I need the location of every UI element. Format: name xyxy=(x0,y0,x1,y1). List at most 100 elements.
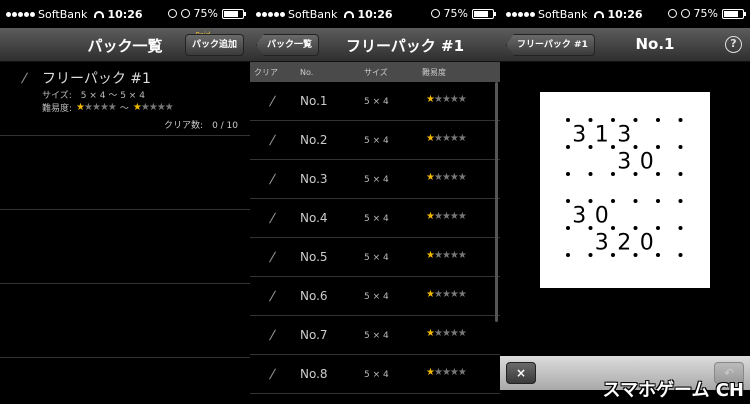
star-empty-icon: ★ xyxy=(99,102,109,113)
puzzle-size: 5 × 4 xyxy=(364,370,389,380)
star-empty-icon: ★ xyxy=(457,94,467,105)
puzzle-difficulty-stars: ★ ★ ★ ★ ★ xyxy=(426,250,467,261)
page-title: フリーパック #1 xyxy=(345,37,465,55)
header-clear: クリア xyxy=(254,67,278,77)
star-empty-icon: ★ xyxy=(441,250,451,261)
navigation-bar: パック一覧 フリーパック #1 xyxy=(250,28,500,62)
star-empty-icon: ★ xyxy=(449,94,459,105)
clear-status-icon xyxy=(269,134,276,146)
difficulty-tilde: 〜 xyxy=(119,104,129,114)
star-empty-icon: ★ xyxy=(148,102,158,113)
puzzle-difficulty-stars: ★ ★ ★ ★ ★ xyxy=(426,289,467,300)
star-empty-icon: ★ xyxy=(457,211,467,222)
rotation-lock-icon xyxy=(667,9,677,18)
puzzle-grid[interactable]: 3 1 33 03 03 2 0 xyxy=(540,92,710,288)
star-filled-icon: ★ xyxy=(426,172,435,183)
star-filled-icon: ★ xyxy=(426,211,435,222)
puzzle-size: 5 × 4 xyxy=(364,175,389,185)
help-icon[interactable]: ? xyxy=(725,36,742,53)
header-difficulty: 難易度 xyxy=(422,67,446,77)
table-header: クリア No. サイズ 難易度 xyxy=(250,62,500,82)
grid-dot xyxy=(566,145,570,149)
navigation-bar: フリーパック #1 No.1 ? xyxy=(500,28,750,62)
difficulty-label: 難易度: xyxy=(42,104,73,114)
star-empty-icon: ★ xyxy=(441,367,451,378)
watermark: スマホゲーム CH xyxy=(602,380,744,401)
difficulty-max-stars: ★ ★ ★ ★ ★ xyxy=(133,102,174,113)
add-pack-button[interactable]: パック追加 xyxy=(184,34,244,56)
header-size: サイズ xyxy=(364,67,388,77)
star-empty-icon: ★ xyxy=(449,172,459,183)
alarm-icon xyxy=(680,9,690,18)
close-button[interactable]: × xyxy=(506,362,536,384)
star-empty-icon: ★ xyxy=(441,211,451,222)
clear-status-icon xyxy=(269,329,276,341)
puzzle-row[interactable]: No.6 5 × 4 ★ ★ ★ ★ ★ xyxy=(250,277,500,316)
puzzle-row[interactable]: No.7 5 × 4 ★ ★ ★ ★ ★ xyxy=(250,316,500,355)
battery-icon xyxy=(222,8,246,19)
grid-dot xyxy=(678,172,683,176)
grid-dot xyxy=(611,145,615,149)
puzzle-row[interactable]: No.8 5 × 4 ★ ★ ★ ★ ★ xyxy=(250,355,500,394)
grid-dot xyxy=(588,253,593,257)
grid-dot xyxy=(611,172,615,176)
star-empty-icon: ★ xyxy=(449,289,459,300)
grid-dot xyxy=(588,118,593,122)
star-empty-icon: ★ xyxy=(457,172,467,183)
status-bar: SoftBank 10:26 75% xyxy=(250,0,500,28)
star-empty-icon: ★ xyxy=(433,250,443,261)
star-empty-icon: ★ xyxy=(449,250,459,261)
cell-number: 3 xyxy=(617,150,631,175)
grid-dot xyxy=(566,226,570,230)
puzzle-board[interactable]: 3133030320 xyxy=(540,92,710,288)
battery-percent: 75% xyxy=(443,7,468,20)
puzzle-difficulty-stars: ★ ★ ★ ★ ★ xyxy=(426,94,467,105)
star-empty-icon: ★ xyxy=(457,289,467,300)
grid-dot xyxy=(656,226,660,230)
star-filled-icon: ★ xyxy=(426,367,435,378)
star-empty-icon: ★ xyxy=(457,250,467,261)
clear-status-icon xyxy=(269,368,276,380)
star-empty-icon: ★ xyxy=(441,94,451,105)
star-empty-icon: ★ xyxy=(164,102,174,113)
grid-dot xyxy=(566,118,570,122)
puzzle-difficulty-stars: ★ ★ ★ ★ ★ xyxy=(426,211,467,222)
puzzle-difficulty-stars: ★ ★ ★ ★ ★ xyxy=(426,172,467,183)
puzzle-row[interactable]: No.2 5 × 4 ★ ★ ★ ★ ★ xyxy=(250,121,500,160)
star-filled-icon: ★ xyxy=(426,133,435,144)
star-empty-icon: ★ xyxy=(433,289,443,300)
puzzle-size: 5 × 4 xyxy=(364,292,389,302)
puzzle-difficulty-stars: ★ ★ ★ ★ ★ xyxy=(426,367,467,378)
clear-status-icon xyxy=(269,251,276,263)
empty-row xyxy=(0,136,250,210)
pack-size: サイズ: 5 × 4 〜 5 × 4 xyxy=(42,91,145,101)
grid-dot xyxy=(678,199,683,203)
grid-dot xyxy=(633,118,638,122)
empty-row xyxy=(0,358,250,404)
grid-dot xyxy=(656,199,660,203)
puzzle-row[interactable]: No.5 5 × 4 ★ ★ ★ ★ ★ xyxy=(250,238,500,277)
grid-dot xyxy=(678,118,683,122)
grid-dot xyxy=(633,226,638,230)
puzzle-row[interactable]: No.4 5 × 4 ★ ★ ★ ★ ★ xyxy=(250,199,500,238)
puzzle-row[interactable]: No.1 5 × 4 ★ ★ ★ ★ ★ xyxy=(250,82,500,121)
puzzle-number: No.1 xyxy=(300,94,328,108)
clear-status-icon xyxy=(269,212,276,224)
puzzle-number: No.5 xyxy=(300,250,328,264)
puzzle-number: No.7 xyxy=(300,328,328,342)
cell-number: 2 xyxy=(617,231,631,256)
alarm-icon xyxy=(180,9,190,18)
grid-dot xyxy=(611,118,615,122)
pack-clear-count: クリア数: 0 / 10 xyxy=(164,121,238,131)
star-empty-icon: ★ xyxy=(449,133,459,144)
star-filled-icon: ★ xyxy=(426,328,435,339)
star-empty-icon: ★ xyxy=(433,133,443,144)
star-empty-icon: ★ xyxy=(441,289,451,300)
cell-number: 0 xyxy=(640,231,654,256)
scrollbar[interactable] xyxy=(495,82,498,322)
navigation-bar: パック一覧 Paid パック追加 xyxy=(0,28,250,62)
pack-list-item[interactable]: フリーパック #1 サイズ: 5 × 4 〜 5 × 4 難易度: ★ ★ ★ ★ ★ … xyxy=(0,62,250,136)
grid-dot xyxy=(633,172,638,176)
puzzle-size: 5 × 4 xyxy=(364,97,389,107)
puzzle-row[interactable]: No.3 5 × 4 ★ ★ ★ ★ ★ xyxy=(250,160,500,199)
